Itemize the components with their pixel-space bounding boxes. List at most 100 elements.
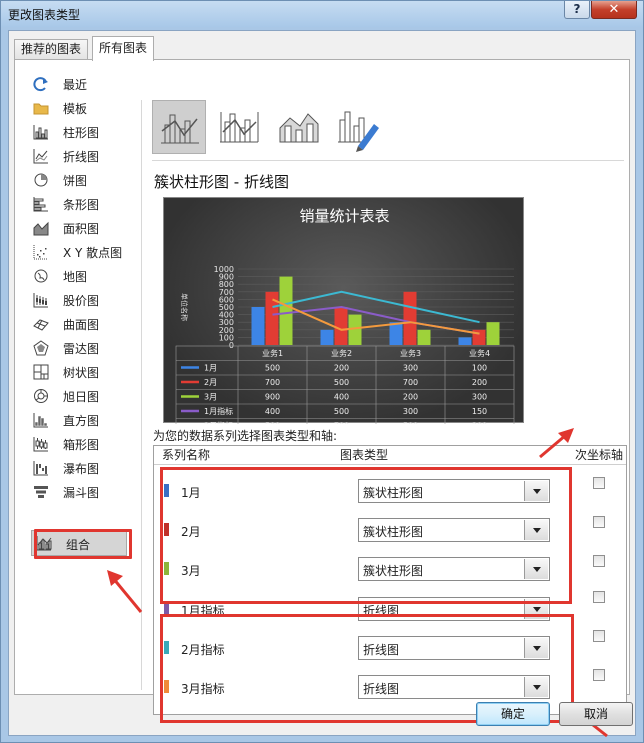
sidebar-item-map-chart[interactable]: 地图 — [27, 265, 131, 287]
sidebar-item-label: 箱形图 — [63, 438, 100, 452]
sidebar-item-label: 树状图 — [63, 366, 100, 380]
subtype-stacked-area-clustered-column[interactable] — [272, 100, 326, 154]
sidebar-item-label: 面积图 — [63, 222, 100, 236]
clustered-column-line-secondary-icon — [220, 112, 259, 143]
tab-all-charts[interactable]: 所有图表 — [92, 36, 155, 61]
map-chart-icon — [34, 269, 48, 283]
bar-mark — [320, 329, 334, 345]
sidebar-item-bar-chart[interactable]: 条形图 — [27, 193, 131, 215]
subtype-clustered-column-line[interactable] — [152, 100, 206, 154]
bar-mark — [334, 307, 348, 345]
sidebar-item-label: 模板 — [63, 102, 88, 116]
clustered-column-line-icon — [161, 114, 199, 144]
bar-chart-icon — [33, 197, 48, 212]
data-table-value: 700 — [334, 422, 349, 425]
secondary-axis-checkbox[interactable] — [593, 477, 605, 489]
sidebar-item-scatter-chart[interactable]: X Y 散点图 — [27, 241, 131, 263]
sidebar-item-label: 旭日图 — [63, 390, 100, 404]
help-button[interactable]: ? — [564, 1, 590, 19]
subtype-custom-combination[interactable] — [332, 100, 386, 154]
ok-button[interactable]: 确定 — [476, 702, 550, 726]
sidebar-item-column-chart[interactable]: 柱形图 — [27, 121, 131, 143]
highlight-box-column-series — [160, 467, 572, 604]
treemap-chart-icon — [33, 364, 49, 380]
bar-mark — [279, 276, 293, 345]
line-series-mark — [272, 298, 480, 335]
secondary-axis-checkbox[interactable] — [593, 669, 605, 681]
bar-mark — [486, 322, 500, 345]
category-label: 业务3 — [400, 348, 421, 358]
sidebar-item-folder[interactable]: 模板 — [27, 97, 131, 119]
sidebar-item-radar-chart[interactable]: 雷达图 — [27, 337, 131, 359]
sunburst-chart-icon — [34, 389, 48, 403]
funnel-chart-icon — [34, 486, 48, 498]
pie-chart-icon — [34, 173, 48, 187]
radar-chart-icon — [33, 340, 49, 356]
secondary-axis-checkbox[interactable] — [593, 591, 605, 603]
sidebar-item-label: 条形图 — [63, 198, 100, 212]
bar-mark — [389, 322, 403, 345]
secondary-axis-checkbox[interactable] — [593, 516, 605, 528]
y-tick-label: 0 — [229, 341, 234, 350]
chart-preview: 销量统计表表 1000 900 800 700 600 500 400 300 200 100 0 单… — [163, 197, 524, 425]
sidebar-item-label: 曲面图 — [63, 318, 100, 332]
data-table-value: 300 — [403, 364, 418, 373]
sidebar-item-stock-chart[interactable]: 股价图 — [27, 289, 131, 311]
surface-chart-icon — [33, 319, 49, 331]
recent-icon — [33, 77, 48, 92]
tab-recommended-charts[interactable]: 推荐的图表 — [14, 39, 89, 60]
sidebar-item-label: 饼图 — [63, 174, 88, 188]
preview-chart-svg: 10009008007006005004003002001000单位名称业务1 业… — [175, 265, 515, 425]
sidebar-item-label: 股价图 — [63, 294, 100, 308]
sidebar-item-surface-chart[interactable]: 曲面图 — [27, 313, 131, 335]
sidebar-item-area-chart[interactable]: 面积图 — [27, 217, 131, 239]
stacked-area-column-icon — [279, 113, 319, 143]
legend-entry: 3月 — [204, 393, 217, 402]
data-table-value: 400 — [334, 393, 349, 402]
legend-entry: 2月指标 — [204, 421, 233, 425]
close-button[interactable]: ✕ — [591, 1, 637, 19]
secondary-axis-checkbox[interactable] — [593, 630, 605, 642]
area-chart-icon — [33, 221, 49, 236]
divider — [152, 160, 624, 161]
header-divider — [154, 464, 626, 465]
sidebar-item-line-chart[interactable]: 折线图 — [27, 145, 131, 167]
cancel-button[interactable]: 取消 — [559, 702, 633, 726]
data-table-value: 150 — [472, 407, 487, 416]
data-table-value: 200 — [403, 393, 418, 402]
sidebar-item-recent[interactable]: 最近 — [27, 73, 131, 95]
annotation-arrow-icon — [107, 570, 143, 613]
sidebar-item-box-whisker-chart[interactable]: 箱形图 — [27, 433, 131, 455]
sidebar-item-treemap-chart[interactable]: 树状图 — [27, 361, 131, 383]
secondary-axis-checkbox[interactable] — [593, 555, 605, 567]
custom-combination-icon — [338, 111, 379, 152]
waterfall-chart-icon — [33, 461, 48, 476]
header-chart-type: 图表类型 — [340, 448, 389, 462]
data-table-value: 300 — [403, 407, 418, 416]
scatter-chart-icon — [33, 245, 48, 260]
sidebar-item-label: 地图 — [63, 270, 88, 284]
data-table-value: 900 — [265, 393, 280, 402]
sidebar-item-label: 直方图 — [63, 414, 100, 428]
data-table-value: 400 — [265, 407, 280, 416]
dialog-body: 推荐的图表 所有图表 最近模板柱形图折线图饼图条形图面积图 X Y 散点图地图股价… — [8, 30, 636, 738]
sidebar-item-label: 折线图 — [63, 150, 100, 164]
sidebar-item-funnel-chart[interactable]: 漏斗图 — [27, 481, 131, 503]
series-caption: 为您的数据系列选择图表类型和轴: — [153, 429, 338, 443]
legend-entry: 1月指标 — [204, 406, 233, 416]
data-table-value: 500 — [265, 364, 280, 373]
sidebar-item-sunburst-chart[interactable]: 旭日图 — [27, 385, 131, 407]
dialog-window: 更改图表类型 ? ✕ 推荐的图表 所有图表 最近 模板 柱形图 折线图 饼图 条形图 面积图… — [0, 0, 644, 743]
folder-icon — [33, 103, 49, 115]
sidebar-item-pie-chart[interactable]: 饼图 — [27, 169, 131, 191]
bar-mark — [251, 307, 265, 345]
category-label: 业务2 — [331, 348, 352, 358]
data-table-value: 200 — [472, 378, 487, 387]
data-table-value: 700 — [403, 378, 418, 387]
header-secondary-axis: 次坐标轴 — [575, 448, 624, 462]
chart-subtype-title: 簇状柱形图 - 折线图 — [154, 173, 289, 191]
data-table-value: 500 — [403, 422, 418, 425]
sidebar-item-histogram-chart[interactable]: 直方图 — [27, 409, 131, 431]
subtype-clustered-column-line-secondary[interactable] — [212, 100, 266, 154]
sidebar-item-waterfall-chart[interactable]: 瀑布图 — [27, 457, 131, 479]
